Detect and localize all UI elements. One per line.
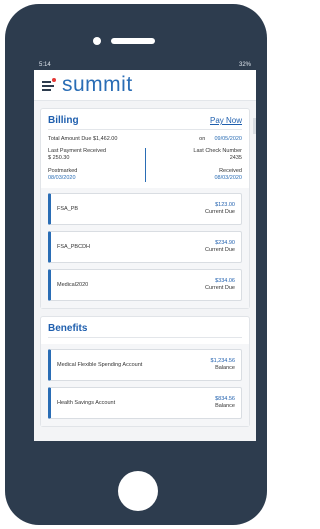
payment-col-left: Last Payment Received $ 250.30 Postmarke…	[48, 148, 139, 182]
app-bar: summit	[34, 70, 256, 134]
item-amount: $1,234.56	[210, 358, 235, 364]
last-check-label: Last Check Number	[193, 148, 242, 154]
item-sub: Balance	[215, 403, 235, 409]
total-label: Total Amount Due	[48, 136, 92, 142]
last-payment-value: $ 250.30	[48, 155, 70, 161]
billing-item[interactable]: FSA_PB $123.00 Current Due	[48, 193, 242, 225]
total-value: $1,462.00	[92, 136, 118, 142]
payment-col-right: Last Check Number 2435 Received 08/03/20…	[152, 148, 242, 182]
benefit-item[interactable]: Medical Flexible Spending Account $1,234…	[48, 349, 242, 381]
side-strip	[253, 118, 256, 134]
total-due-row: Total Amount Due $1,462.00 on 09/05/2020	[48, 136, 242, 142]
item-amount-block: $123.00 Current Due	[205, 202, 235, 216]
item-sub: Balance	[215, 365, 235, 371]
billing-item[interactable]: Medical2020 $334.06 Current Due	[48, 269, 242, 301]
summit-logo: summit	[62, 73, 133, 96]
phone-frame: 5:14 32% summit Billing Pay Now Total Am…	[5, 4, 267, 525]
billing-card: Billing Pay Now Total Amount Due $1,462.…	[40, 108, 250, 309]
speaker-grille	[111, 38, 155, 44]
billing-title: Billing	[48, 115, 79, 126]
benefits-header: Benefits	[48, 323, 242, 338]
item-amount-block: $1,234.56 Balance	[211, 358, 235, 372]
item-sub: Current Due	[205, 209, 235, 215]
postmarked-label: Postmarked	[48, 168, 78, 174]
benefits-card: Benefits Medical Flexible Spending Accou…	[40, 316, 250, 427]
phone-screen: 5:14 32% summit Billing Pay Now Total Am…	[34, 60, 256, 441]
status-time: 5:14	[39, 62, 51, 68]
item-amount: $834.56	[215, 396, 235, 402]
item-name: Medical2020	[57, 281, 89, 288]
postmarked-value: 08/03/2020	[48, 175, 76, 181]
billing-items: FSA_PB $123.00 Current Due FSA_PBCDH $23…	[41, 188, 249, 308]
item-amount-block: $234.90 Current Due	[205, 240, 235, 254]
benefits-items: Medical Flexible Spending Account $1,234…	[41, 344, 249, 426]
item-amount-block: $334.06 Current Due	[205, 278, 235, 292]
item-amount: $334.06	[215, 278, 235, 284]
item-name: FSA_PBCDH	[57, 243, 91, 250]
received-label: Received	[219, 168, 242, 174]
status-bar: 5:14 32%	[34, 60, 256, 70]
due-date: 09/05/2020	[214, 136, 242, 142]
status-right: 32%	[238, 62, 251, 68]
benefit-item[interactable]: Health Savings Account $834.56 Balance	[48, 387, 242, 419]
payment-info: Last Payment Received $ 250.30 Postmarke…	[48, 148, 242, 182]
item-name: Medical Flexible Spending Account	[57, 361, 143, 368]
billing-item[interactable]: FSA_PBCDH $234.90 Current Due	[48, 231, 242, 263]
home-button[interactable]	[118, 471, 158, 511]
item-name: Health Savings Account	[57, 399, 116, 406]
camera-dot	[93, 37, 101, 45]
payment-divider	[144, 148, 146, 182]
billing-header: Billing Pay Now	[48, 115, 242, 130]
menu-icon[interactable]	[42, 78, 56, 91]
item-name: FSA_PB	[57, 205, 79, 212]
pay-now-link[interactable]: Pay Now	[210, 116, 242, 125]
item-sub: Current Due	[205, 247, 235, 253]
on-label: on	[199, 136, 206, 142]
item-sub: Current Due	[205, 285, 235, 291]
item-amount: $234.90	[215, 240, 235, 246]
item-amount: $123.00	[215, 202, 235, 208]
benefits-title: Benefits	[48, 323, 88, 334]
last-check-value: 2435	[229, 155, 242, 161]
received-value: 08/03/2020	[214, 175, 242, 181]
notification-dot-icon	[52, 78, 56, 82]
last-payment-label: Last Payment Received	[48, 148, 107, 154]
item-amount-block: $834.56 Balance	[215, 396, 235, 410]
